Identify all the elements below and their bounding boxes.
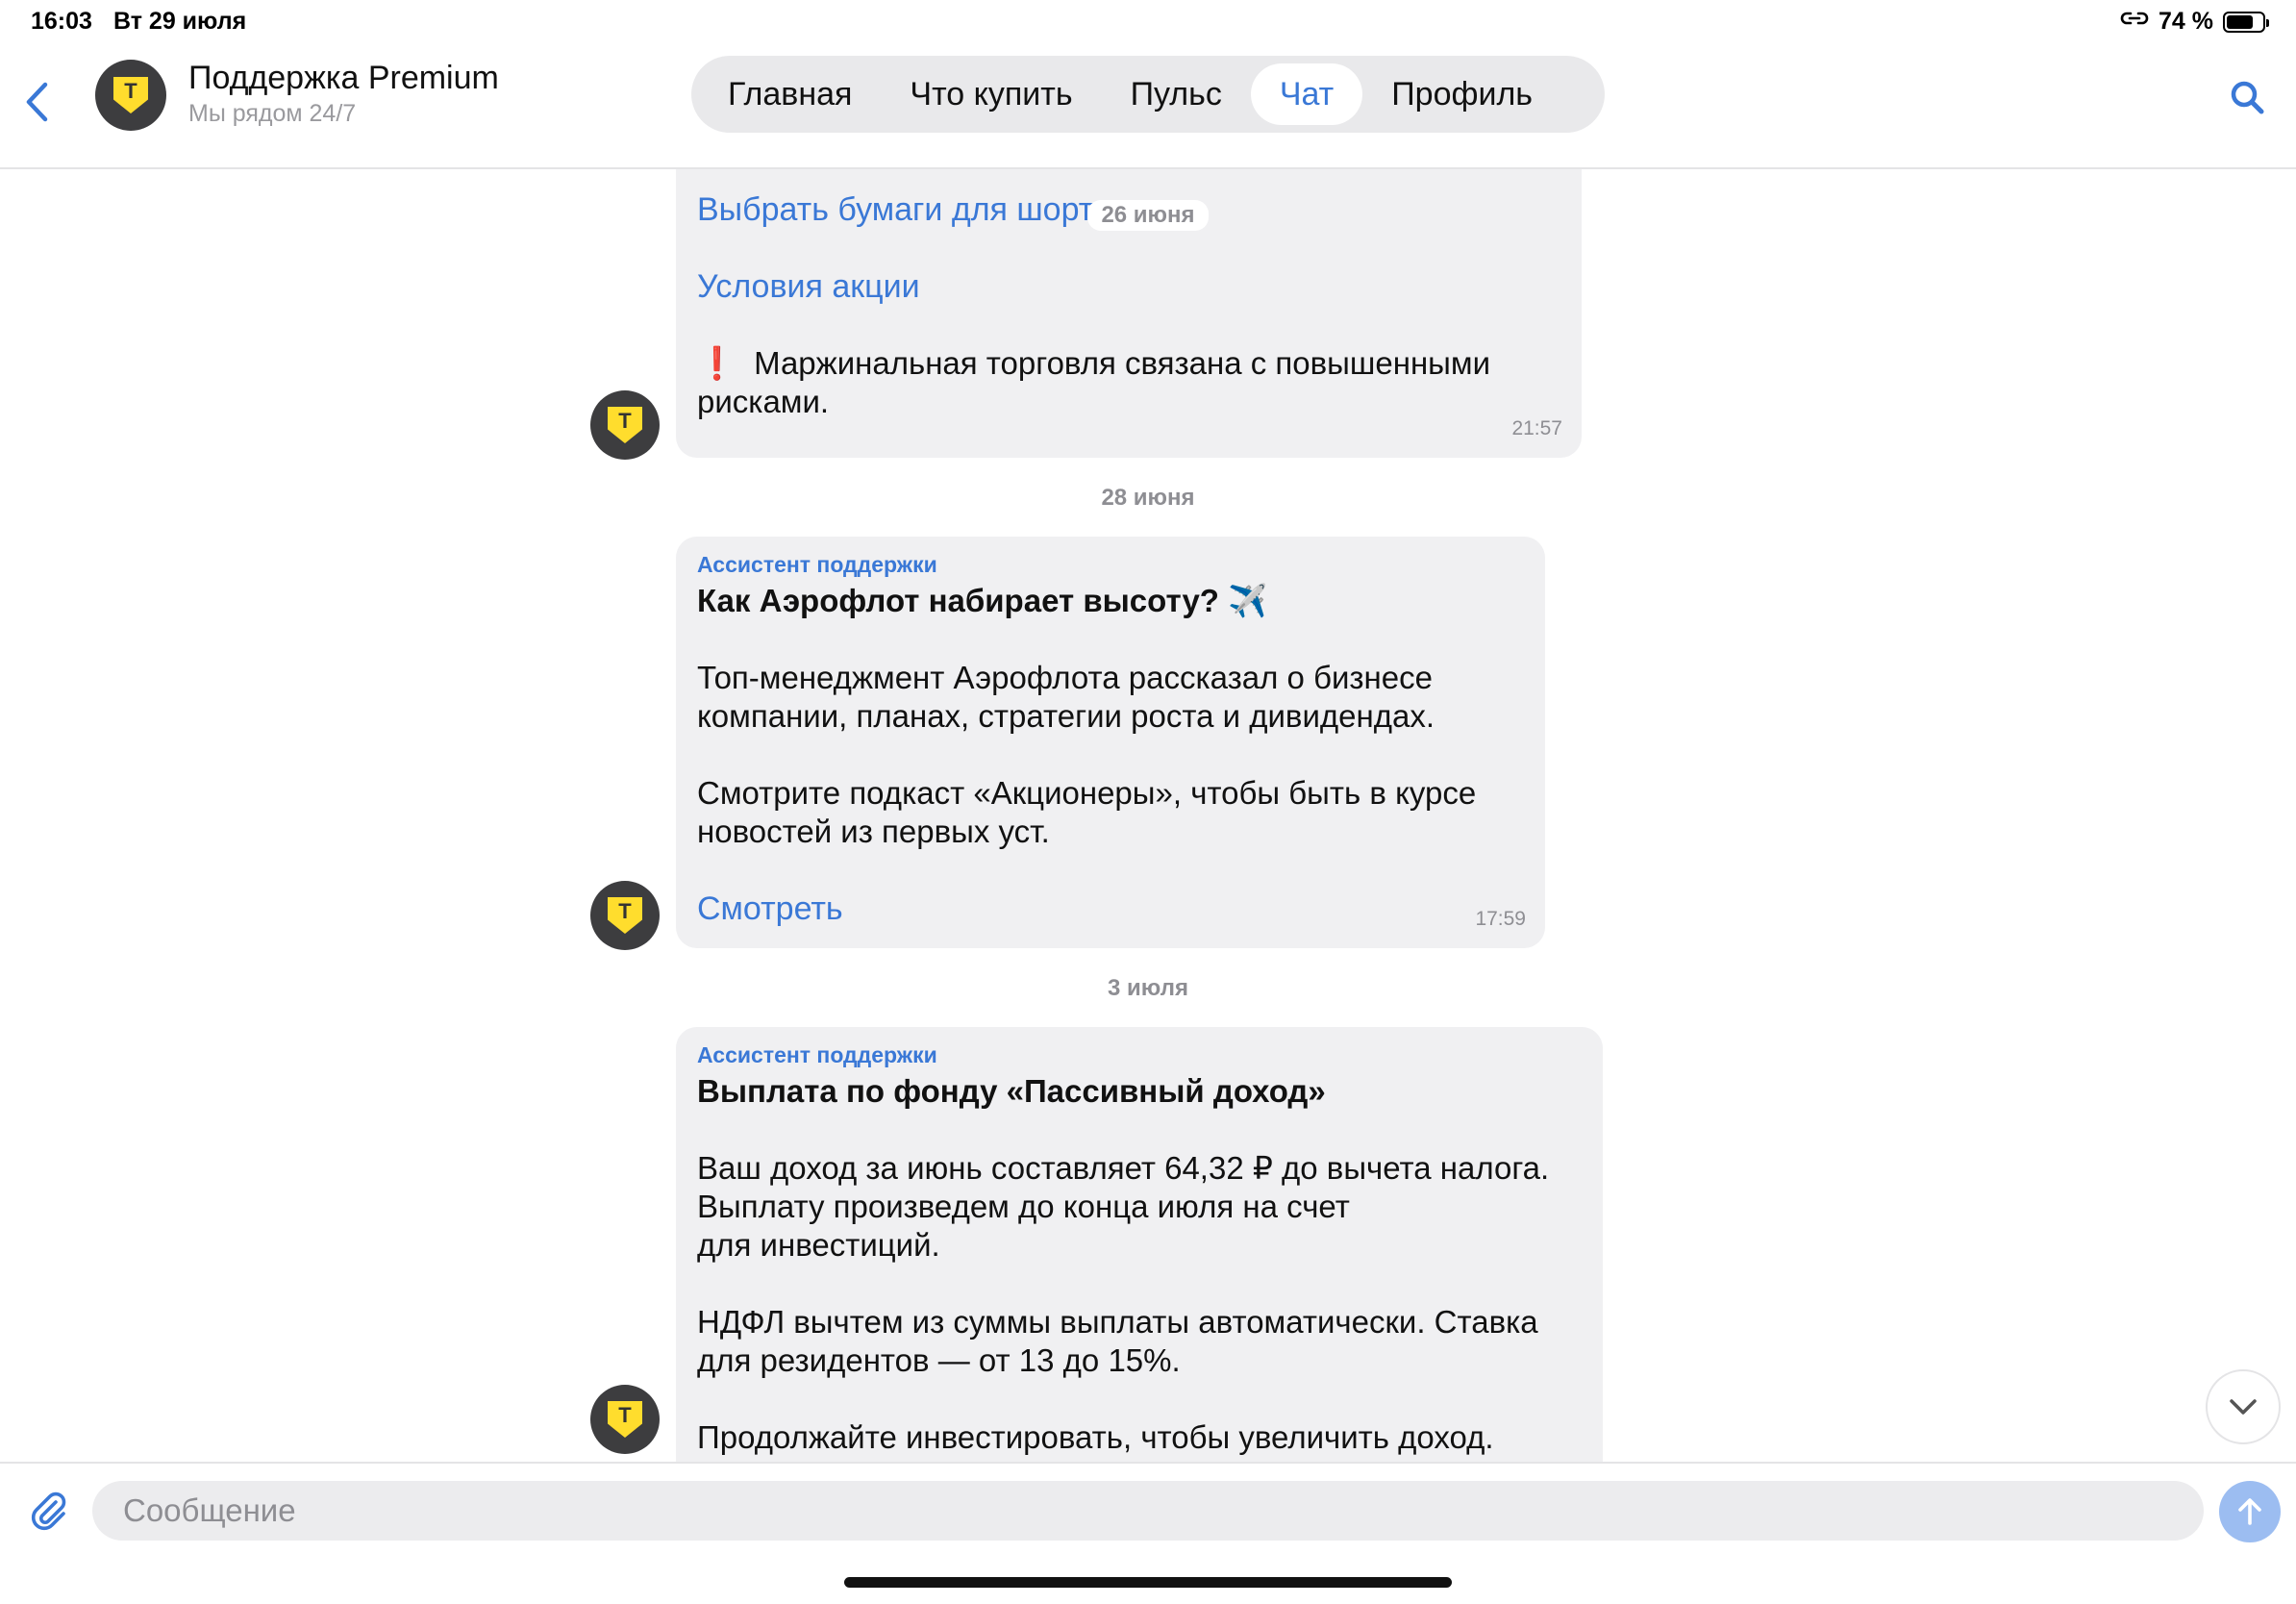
date-separator: 28 июня xyxy=(1101,485,1195,511)
date-separator: 3 июля xyxy=(1108,975,1188,1001)
message-title: Выплата по фонду «Пассивный доход» xyxy=(697,1073,1326,1109)
chat-subtitle: Мы рядом 24/7 xyxy=(188,100,357,127)
paperclip-icon[interactable] xyxy=(23,1485,73,1535)
status-right: 74 % xyxy=(2120,8,2269,36)
battery-percent: 74 % xyxy=(2159,8,2213,35)
message-title: Как Аэрофлот набирает высоту? ✈️ xyxy=(697,583,1268,618)
home-indicator[interactable] xyxy=(844,1577,1452,1588)
sender-name: Ассистент поддержки xyxy=(697,1042,937,1067)
status-bar: 16:03 Вт 29 июля 74 % xyxy=(0,0,2296,44)
message-text: Топ-менеджмент Аэрофлота рассказал о биз… xyxy=(697,660,1435,734)
bank-logo-icon: Т xyxy=(608,897,642,934)
main-tabs: Главная Что купить Пульс Чат Профиль xyxy=(691,56,1605,133)
status-time: 16:03 xyxy=(31,8,92,35)
bank-logo-icon: Т xyxy=(608,407,642,443)
message-input[interactable] xyxy=(92,1481,2204,1541)
message-text: Продолжайте инвестировать, чтобы увеличи… xyxy=(697,1419,1494,1455)
message-text: НДФЛ вычтем из суммы выплаты автоматичес… xyxy=(697,1304,1538,1378)
avatar[interactable]: Т xyxy=(590,881,660,950)
send-button[interactable] xyxy=(2219,1481,2281,1542)
bank-logo-icon: Т xyxy=(608,1401,642,1438)
sender-name: Ассистент поддержки xyxy=(697,552,937,577)
tab-main[interactable]: Главная xyxy=(699,63,881,125)
link-icon xyxy=(2120,8,2149,36)
message-list[interactable]: Выбрать бумаги для шорта Условия акции ❗… xyxy=(0,169,2296,1462)
tab-pulse[interactable]: Пульс xyxy=(1102,63,1251,125)
message-time: 17:59 xyxy=(1475,908,1526,930)
promo-terms-link[interactable]: Условия акции xyxy=(697,267,1560,306)
message-composer xyxy=(0,1462,2296,1558)
status-date: Вт 29 июля xyxy=(113,8,247,35)
tab-what-to-buy[interactable]: Что купить xyxy=(881,63,1101,125)
message-bubble: Ассистент поддержки Как Аэрофлот набирае… xyxy=(676,537,1545,948)
tab-chat[interactable]: Чат xyxy=(1250,63,1363,125)
avatar[interactable]: Т xyxy=(590,1385,660,1454)
message-bubble: Ассистент поддержки Выплата по фонду «Па… xyxy=(676,1027,1603,1462)
message-text-line: Ваш доход за июнь составляет 64,32 ₽ до … xyxy=(697,1150,1550,1186)
chat-header: Т Поддержка Premium Мы рядом 24/7 Главна… xyxy=(0,44,2296,169)
date-separator: 26 июня xyxy=(0,200,2296,231)
message-text: ❗ Маржинальная торговля связана с повышен… xyxy=(697,345,1491,419)
message-text: Смотрите подкаст «Акционеры», чтобы быть… xyxy=(697,775,1477,849)
message-text-line: Выплату произведем до конца июля на счет xyxy=(697,1189,1350,1224)
watch-link[interactable]: Смотреть xyxy=(697,890,1524,928)
warning-icon: ❗ xyxy=(697,345,737,381)
avatar[interactable]: Т xyxy=(95,60,166,131)
back-icon[interactable] xyxy=(17,71,56,133)
message-time: 21:57 xyxy=(1511,417,1562,439)
chevron-down-icon xyxy=(2230,1399,2257,1415)
bank-logo-icon: Т xyxy=(113,77,148,113)
avatar[interactable]: Т xyxy=(590,390,660,460)
message-text-line: для инвестиций. xyxy=(697,1227,940,1263)
scroll-down-button[interactable] xyxy=(2206,1369,2281,1444)
chat-title: Поддержка Premium xyxy=(188,60,499,96)
search-icon[interactable] xyxy=(2223,73,2271,121)
battery-icon xyxy=(2223,11,2269,33)
tab-profile[interactable]: Профиль xyxy=(1362,63,1561,125)
arrow-up-icon xyxy=(2238,1498,2261,1525)
